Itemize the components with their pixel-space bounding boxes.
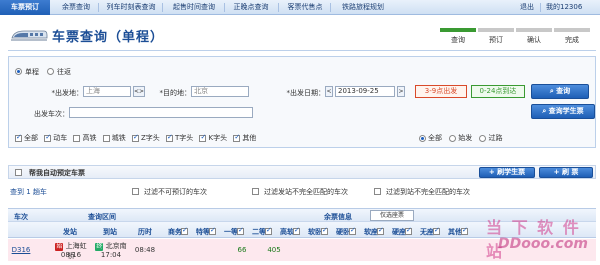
seat-col-checkbox[interactable] (433, 226, 440, 235)
arrive-station: 终 北京南 (95, 242, 127, 251)
date-label: *出发日期： (286, 89, 326, 97)
refresh-student-button[interactable]: + 刷学生票 (479, 167, 535, 178)
date-next-button[interactable]: > (397, 86, 405, 97)
seat-col-checkbox[interactable] (321, 226, 328, 235)
date-prev-button[interactable]: < (325, 86, 333, 97)
plus-icon: + (553, 168, 560, 176)
radio-passing[interactable] (479, 134, 487, 142)
train-type-filters: 全部 动车 高铁 城铁 Z字头 T字头 K字头 其他 (15, 133, 260, 143)
col-duration: 历时 (138, 228, 152, 236)
to-label: *目的地： (159, 89, 192, 97)
seat-col-checkbox[interactable] (209, 226, 216, 235)
auto-book-bar: 帮我自动预定车票 + 刷学生票 + 刷 票 (8, 165, 596, 179)
depart-time-chip[interactable]: 3-9点出发 (415, 85, 467, 98)
table-header-sub: 发站 到站 历时 商务特等一等二等高软软卧硬卧软座硬座无座其他 (8, 221, 596, 238)
train-number-label: 出发车次： (34, 110, 69, 118)
col-arrive: 到站 (103, 228, 117, 236)
terminal-badge-icon: 终 (95, 243, 104, 251)
step-complete: 完成 (554, 28, 590, 48)
tab-sale-time[interactable]: 起售时间查询 (166, 0, 222, 15)
filter-unbookable-label: 过滤不可预订的车次 (144, 188, 207, 196)
radio-return-trip[interactable] (47, 68, 54, 75)
result-filter-row: 查到 1 趟车 过滤不可预订的车次 过滤发站不完全匹配的车次 过滤到站不完全匹配… (8, 186, 596, 198)
second-class-count: 405 (267, 246, 281, 254)
search-icon: ⌕ (542, 107, 547, 115)
step-book: 预订 (478, 28, 514, 48)
page-title: 车票查询（单程） (52, 30, 165, 45)
train-logo-icon (11, 30, 48, 41)
arrive-time-chip[interactable]: 0-24点到达 (471, 85, 525, 98)
auto-book-checkbox[interactable] (15, 169, 22, 176)
depart-time: 08:16 (60, 251, 82, 259)
check-k[interactable] (199, 133, 207, 142)
tab-remaining-tickets[interactable]: 余票查询 (54, 0, 98, 15)
student-ticket-search-button[interactable]: ⌕ 查询学生票 (531, 104, 595, 119)
auto-book-label: 帮我自动预定车票 (29, 169, 85, 177)
table-row[interactable]: D316 始 上海虹桥 08:16 终 北京南 17:04 08:48 66 4… (8, 239, 596, 261)
first-class-count: 66 (237, 246, 247, 254)
seat-col-checkbox[interactable] (181, 226, 188, 235)
filter-unbookable-checkbox[interactable] (132, 188, 139, 195)
swap-stations-button[interactable]: <> (133, 86, 145, 97)
date-input[interactable]: 2013-09-25 (335, 86, 395, 97)
train-number-input[interactable] (69, 107, 253, 118)
seat-col-checkbox[interactable] (237, 226, 244, 235)
progress-steps: 查询 预订 确认 完成 (440, 28, 592, 48)
my-12306-link[interactable]: 我的12306 (546, 0, 582, 15)
result-count: 查到 1 趟车 (10, 188, 47, 196)
tab-delay-info[interactable]: 正晚点查询 (228, 0, 274, 15)
tab-agency[interactable]: 客票代售点 (282, 0, 328, 15)
origin-badge-icon: 始 (55, 243, 64, 251)
check-highspeed[interactable] (73, 134, 81, 142)
train-number-link[interactable]: D316 (8, 246, 34, 254)
tab-ticket-booking[interactable]: 车票预订 (0, 0, 50, 15)
tab-trip-planning[interactable]: 铁路旅程规划 (334, 0, 392, 15)
check-all[interactable] (15, 133, 22, 142)
seat-col-checkbox[interactable] (461, 226, 468, 235)
search-icon: ⌕ (549, 87, 554, 95)
filter-arrive-mismatch-label: 过滤到站不完全匹配的车次 (386, 188, 470, 196)
search-button[interactable]: ⌕ 查询 (531, 84, 589, 99)
step-confirm: 确认 (516, 28, 552, 48)
col-depart: 发站 (63, 228, 77, 236)
arrive-time: 17:04 (100, 251, 122, 259)
refresh-ticket-button[interactable]: + 刷 票 (539, 167, 593, 178)
single-trip-label: 单程 (25, 68, 39, 76)
seat-col-checkbox[interactable] (293, 226, 300, 235)
check-z[interactable] (131, 133, 139, 142)
seat-col-checkbox[interactable] (265, 226, 272, 235)
duration: 08:48 (134, 246, 156, 254)
logout-link[interactable]: 退出 (520, 0, 534, 15)
radio-all-stations[interactable] (419, 134, 426, 142)
check-t[interactable] (165, 133, 173, 142)
seat-col-checkbox[interactable] (405, 226, 412, 235)
check-other[interactable] (233, 133, 241, 142)
from-station-input[interactable]: 上海 (83, 86, 131, 97)
tab-timetable[interactable]: 列车时刻表查询 (100, 0, 162, 15)
radio-origin[interactable] (449, 134, 457, 142)
radio-single-trip[interactable] (15, 68, 22, 75)
top-nav: 车票预订 余票查询 列车时刻表查询 起售时间查询 正晚点查询 客票代售点 铁路旅… (0, 0, 600, 15)
filter-arrive-mismatch-checkbox[interactable] (374, 188, 381, 195)
station-filters: 全部 始发 过路 (419, 133, 507, 143)
return-trip-label: 往返 (57, 68, 71, 76)
seat-col-checkbox[interactable] (377, 226, 384, 235)
from-label: *出发地： (51, 89, 84, 97)
seat-col-checkbox[interactable] (349, 226, 356, 235)
to-station-input[interactable]: 北京 (191, 86, 249, 97)
seat-only-filter[interactable]: 仅选座票 (370, 210, 414, 221)
filter-depart-mismatch-label: 过滤发站不完全匹配的车次 (264, 188, 348, 196)
filter-depart-mismatch-checkbox[interactable] (252, 188, 259, 195)
plus-icon: + (488, 168, 495, 176)
query-panel: 单程 往返 *出发地： 上海 <> *目的地： 北京 *出发日期： < 2013… (8, 56, 596, 148)
table-header-top: 车次 查询区间 余票信息 仅选座票 (8, 208, 596, 221)
check-intercity[interactable] (102, 134, 110, 142)
check-emu[interactable] (44, 133, 52, 142)
step-query: 查询 (440, 28, 476, 48)
